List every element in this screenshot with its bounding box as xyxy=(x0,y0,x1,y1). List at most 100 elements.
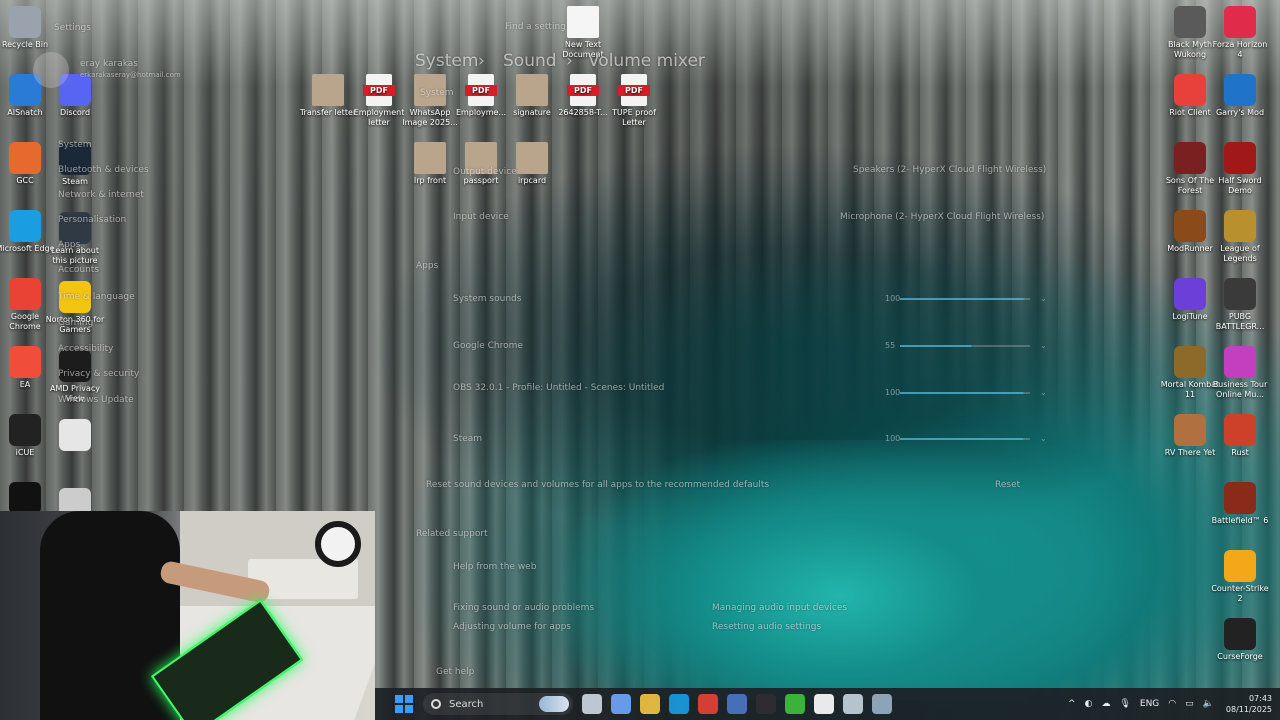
app-obs-volume: 100 xyxy=(885,388,901,397)
task-view-icon[interactable] xyxy=(582,694,602,714)
app-system-sounds-slider[interactable] xyxy=(900,298,1030,300)
half-sword-icon xyxy=(1224,142,1256,174)
help-from-web[interactable]: Help from the web xyxy=(453,562,536,572)
apps-heading: Apps xyxy=(416,261,439,271)
text-file-icon xyxy=(567,6,599,38)
search-placeholder: Search xyxy=(449,698,484,710)
nav-gaming[interactable]: Gaming xyxy=(58,318,93,328)
file-explorer-icon[interactable] xyxy=(640,694,660,714)
clock[interactable]: 07:43 08/11/2025 xyxy=(1226,693,1272,715)
monitor-icon[interactable]: ▭ xyxy=(1185,699,1194,709)
output-device-label: Output device xyxy=(453,167,517,177)
app-steam-label: Steam xyxy=(453,434,483,444)
capcut-icon[interactable] xyxy=(814,694,834,714)
business-tour-icon xyxy=(1224,346,1256,378)
related-support-heading: Related support xyxy=(416,529,488,539)
rust-icon xyxy=(1224,414,1256,446)
desktop-icon-col2-5[interactable] xyxy=(44,419,106,453)
avatar[interactable] xyxy=(33,52,69,88)
network-icon[interactable]: ◐ xyxy=(1085,699,1093,709)
nav-privacy[interactable]: Privacy & security xyxy=(58,369,139,379)
icue-icon xyxy=(9,414,41,446)
desktop-icon-right2-5[interactable]: Business Tour Online Mu... xyxy=(1209,346,1271,400)
nav-apps[interactable]: Apps xyxy=(58,240,80,250)
desktop-icon-right2-3[interactable]: League of Legends xyxy=(1209,210,1271,264)
pdf-file-icon: PDF xyxy=(363,74,395,106)
webcam-panda-plush xyxy=(315,521,361,567)
desktop-icon-label: League of Legends xyxy=(1220,244,1260,263)
desktop-icon-right2-8[interactable]: Counter-Strike 2 xyxy=(1209,550,1271,604)
battlefield-icon xyxy=(1224,482,1256,514)
recycle-bin-icon xyxy=(9,6,41,38)
black-myth-icon xyxy=(1174,6,1206,38)
microphone-icon[interactable]: 🎙 xyxy=(1119,699,1130,709)
help-link-fixing-sound[interactable]: Fixing sound or audio problems xyxy=(453,603,594,613)
input-device-select[interactable]: Microphone (2- HyperX Cloud Flight Wirel… xyxy=(840,212,1044,222)
desktop-icon-right2-4[interactable]: PUBG BATTLEGR... xyxy=(1209,278,1271,332)
nav-system[interactable]: System xyxy=(58,140,92,150)
chevron-up-icon[interactable]: ^ xyxy=(1068,699,1076,709)
gmod-icon xyxy=(1224,74,1256,106)
chevron-down-icon[interactable]: ⌄ xyxy=(1040,341,1047,350)
pdf-file-icon: PDF xyxy=(618,74,650,106)
xbox-icon[interactable] xyxy=(785,694,805,714)
chevron-down-icon[interactable]: ⌄ xyxy=(1040,294,1047,303)
app-obs-slider[interactable] xyxy=(900,392,1030,394)
start-button[interactable] xyxy=(395,695,413,713)
find-setting-input[interactable]: Find a setting xyxy=(505,22,566,32)
sons-forest-icon xyxy=(1174,142,1206,174)
image-file-icon xyxy=(414,142,446,174)
modrunner-icon xyxy=(1174,210,1206,242)
nav-network[interactable]: Network & internet xyxy=(58,190,144,200)
user-name: eray karakas xyxy=(80,59,138,69)
help-link-resetting-audio[interactable]: Resetting audio settings xyxy=(712,622,821,632)
settings-icon[interactable] xyxy=(872,694,892,714)
steam-icon[interactable] xyxy=(843,694,863,714)
output-device-select[interactable]: Speakers (2- HyperX Cloud Flight Wireles… xyxy=(853,165,1046,175)
app-steam-slider[interactable] xyxy=(900,438,1030,440)
chevron-down-icon[interactable]: ⌄ xyxy=(1040,388,1047,397)
desktop-icon-right2-1[interactable]: Garry's Mod xyxy=(1209,74,1271,118)
winrar-icon[interactable] xyxy=(727,694,747,714)
gcc-icon xyxy=(9,142,41,174)
get-help-link[interactable]: Get help xyxy=(436,667,474,677)
copilot-icon[interactable] xyxy=(611,694,631,714)
desktop-icon-right2-9[interactable]: CurseForge xyxy=(1209,618,1271,662)
wifi-icon[interactable]: ◠ xyxy=(1168,699,1176,709)
image-file-icon xyxy=(516,142,548,174)
desktop-icon-left-0[interactable]: Recycle Bin xyxy=(0,6,56,50)
taskbar-search[interactable]: Search xyxy=(423,693,573,715)
desktop-icon-right2-7[interactable]: Battlefield™ 6 xyxy=(1209,482,1271,526)
desktop-file-6[interactable]: PDF TUPE proof Letter xyxy=(603,74,665,128)
edge-icon[interactable] xyxy=(669,694,689,714)
chrome-icon[interactable] xyxy=(698,694,718,714)
input-device-label: Input device xyxy=(453,212,509,222)
image-file-icon xyxy=(312,74,344,106)
desktop-mid-file-2[interactable]: irpcard xyxy=(501,142,563,186)
breadcrumb-system[interactable]: System xyxy=(415,51,478,71)
chevron-down-icon[interactable]: ⌄ xyxy=(1040,434,1047,443)
nav-bluetooth[interactable]: Bluetooth & devices xyxy=(58,165,149,175)
lol-icon xyxy=(1224,210,1256,242)
language-indicator[interactable]: ENG xyxy=(1140,699,1159,709)
nav-windows-update[interactable]: Windows Update xyxy=(58,395,134,405)
nav-accessibility[interactable]: Accessibility xyxy=(58,344,113,354)
desktop-icon-label: Battlefield™ 6 xyxy=(1211,516,1269,525)
onedrive-icon[interactable]: ☁ xyxy=(1101,699,1110,709)
desktop-icon-right2-6[interactable]: Rust xyxy=(1209,414,1271,458)
desktop-icon-right2-0[interactable]: Forza Horizon 4 xyxy=(1209,6,1271,60)
pdf-file-icon: PDF xyxy=(567,74,599,106)
reset-button[interactable]: Reset xyxy=(995,480,1020,490)
app-system-sounds-volume: 100 xyxy=(885,294,901,303)
nav-time-language[interactable]: Time & language xyxy=(58,292,135,302)
help-link-input-devices[interactable]: Managing audio input devices xyxy=(712,603,847,613)
nav-accounts[interactable]: Accounts xyxy=(58,265,99,275)
breadcrumb-sound[interactable]: Sound xyxy=(503,51,557,71)
nav-personalisation[interactable]: Personalisation xyxy=(58,215,126,225)
volume-icon[interactable]: 🔈 xyxy=(1203,699,1214,709)
desktop-icon-right2-2[interactable]: Half Sword Demo xyxy=(1209,142,1271,196)
clock-time: 07:43 xyxy=(1248,694,1272,703)
help-link-adjusting-volume[interactable]: Adjusting volume for apps xyxy=(453,622,571,632)
app-chrome-slider[interactable] xyxy=(900,345,1030,347)
obs-icon[interactable] xyxy=(756,694,776,714)
